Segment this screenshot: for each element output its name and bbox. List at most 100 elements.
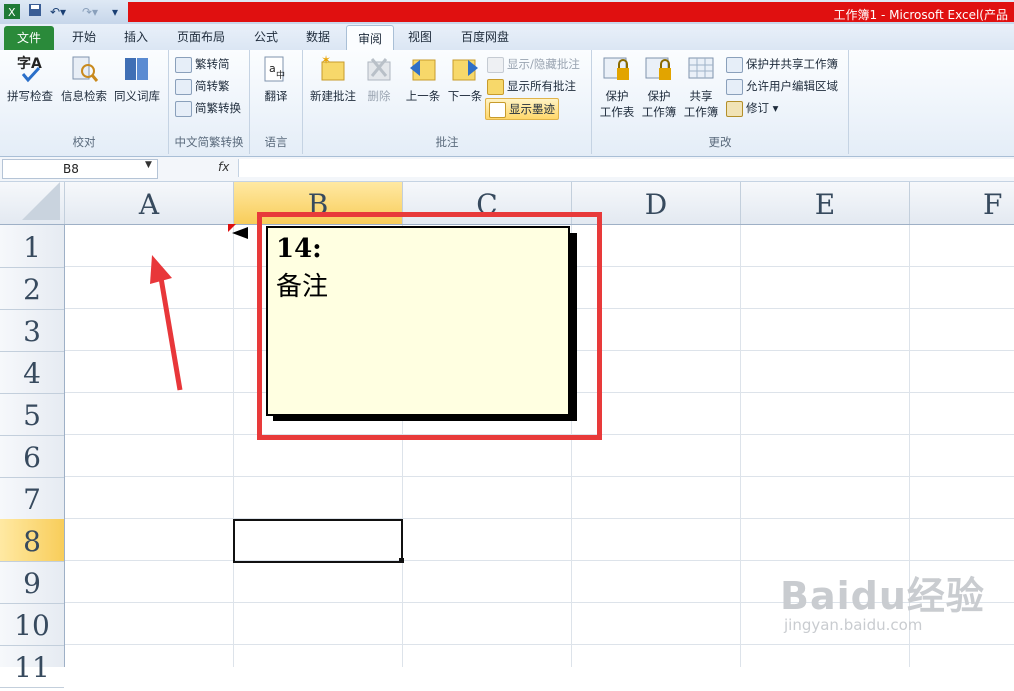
tab-data[interactable]: 数据 <box>296 24 340 50</box>
show-all-comments-button[interactable]: 显示所有批注 <box>487 76 576 96</box>
row-headers: 1 2 3 4 5 6 7 8 9 10 11 <box>0 225 65 688</box>
track-changes-button[interactable]: 修订 ▾ <box>726 98 778 118</box>
formula-bar: B8 ▼ fx <box>0 157 1014 182</box>
name-box[interactable]: B8 <box>2 159 158 179</box>
highlight-box <box>257 212 602 440</box>
row-header-3[interactable]: 3 <box>0 309 64 352</box>
allow-edit-ranges-button[interactable]: 允许用户编辑区域 <box>726 76 838 96</box>
group-label-chinese-conversion: 中文简繁转换 <box>174 135 244 149</box>
allow-edit-ranges-label: 允许用户编辑区域 <box>746 79 838 93</box>
row-header-7[interactable]: 7 <box>0 477 64 520</box>
translate-button[interactable]: a中 翻译 <box>254 54 298 104</box>
share-workbook-button[interactable]: 共享 工作簿 <box>680 54 722 120</box>
show-all-comments-icon <box>487 78 504 95</box>
formula-input[interactable] <box>238 159 1014 177</box>
show-hide-comment-label: 显示/隐藏批注 <box>507 57 580 71</box>
name-box-dropdown-icon[interactable]: ▼ <box>145 160 152 170</box>
watermark-logo-text: Baidu经验 <box>780 574 985 618</box>
delete-comment-button[interactable]: 删除 <box>361 54 397 104</box>
chevron-down-icon: ▾ <box>772 101 779 115</box>
redo-icon[interactable]: ↷▾ <box>82 3 98 21</box>
row-header-1[interactable]: 1 <box>0 225 64 268</box>
protect-share-icon <box>726 56 743 73</box>
row-header-4[interactable]: 4 <box>0 351 64 394</box>
tab-formulas[interactable]: 公式 <box>244 24 288 50</box>
protect-sheet-icon <box>602 54 632 84</box>
protect-workbook-label-1: 保护 <box>647 89 671 103</box>
show-all-comments-label: 显示所有批注 <box>507 79 576 93</box>
show-ink-label: 显示墨迹 <box>509 102 555 116</box>
row-header-6[interactable]: 6 <box>0 435 64 478</box>
spell-check-button[interactable]: 字A 拼写检查 <box>4 54 56 104</box>
tab-home[interactable]: 开始 <box>62 24 106 50</box>
svg-text:✶: ✶ <box>321 54 331 67</box>
row-header-8[interactable]: 8 <box>0 519 64 562</box>
fill-handle[interactable] <box>399 558 404 563</box>
column-header-e[interactable]: E <box>741 182 910 224</box>
previous-comment-button[interactable]: 上一条 <box>401 54 445 104</box>
simp-to-trad-icon <box>175 78 192 95</box>
protect-share-workbook-button[interactable]: 保护并共享工作簿 <box>726 54 838 74</box>
protect-workbook-icon <box>644 54 674 84</box>
next-comment-button[interactable]: 下一条 <box>445 54 485 104</box>
comment-pointer <box>232 227 248 239</box>
simp-to-trad-button[interactable]: 简转繁 <box>175 76 230 96</box>
tab-file[interactable]: 文件 <box>4 26 54 50</box>
next-comment-icon <box>450 54 480 84</box>
group-label-proofing: 校对 <box>72 135 96 149</box>
undo-icon[interactable]: ↶▾ <box>50 3 66 21</box>
next-comment-label: 下一条 <box>447 89 483 103</box>
protect-share-label: 保护并共享工作簿 <box>746 57 838 71</box>
thesaurus-icon <box>122 54 152 84</box>
trad-to-simp-label: 繁转简 <box>195 57 230 71</box>
group-changes: 保护 工作表 保护 工作簿 共享 工作簿 保护并共享工作簿 允许用户编辑区域 修… <box>592 50 849 154</box>
research-button[interactable]: 信息检索 <box>58 54 110 104</box>
svg-text:中: 中 <box>276 69 285 81</box>
simp-to-trad-label: 简转繁 <box>195 79 230 93</box>
research-label: 信息检索 <box>61 89 107 103</box>
tab-insert[interactable]: 插入 <box>114 24 158 50</box>
simp-trad-convert-label: 简繁转换 <box>195 101 241 115</box>
previous-comment-icon <box>408 54 438 84</box>
thesaurus-button[interactable]: 同义词库 <box>110 54 164 104</box>
selected-cell-b8[interactable] <box>233 519 403 563</box>
title-bar: X ↶▾ ↷▾ ▾ 工作簿1 - Microsoft Excel(产品 <box>0 0 1014 24</box>
translate-icon: a中 <box>261 54 291 84</box>
row-header-9[interactable]: 9 <box>0 561 64 604</box>
new-comment-button[interactable]: ✶ 新建批注 <box>305 54 361 104</box>
spell-check-icon: 字A <box>15 54 45 84</box>
column-header-f[interactable]: F <box>910 182 1014 224</box>
share-workbook-icon <box>686 54 716 84</box>
delete-comment-icon <box>364 54 394 84</box>
trad-to-simp-button[interactable]: 繁转简 <box>175 54 230 74</box>
row-header-5[interactable]: 5 <box>0 393 64 436</box>
save-icon[interactable] <box>28 3 42 21</box>
protect-sheet-label-1: 保护 <box>605 89 629 103</box>
show-hide-comment-button[interactable]: 显示/隐藏批注 <box>487 54 580 74</box>
tab-baidu-netdisk[interactable]: 百度网盘 <box>450 24 520 50</box>
simp-trad-convert-icon <box>175 100 192 117</box>
translate-label: 翻译 <box>264 89 288 103</box>
protect-sheet-button[interactable]: 保护 工作表 <box>596 54 638 120</box>
protect-sheet-label-2: 工作表 <box>599 105 635 119</box>
customize-quick-access-icon[interactable]: ▾ <box>112 3 118 21</box>
new-comment-label: 新建批注 <box>310 89 356 103</box>
row-header-2[interactable]: 2 <box>0 267 64 310</box>
tab-view[interactable]: 视图 <box>398 24 442 50</box>
protect-workbook-button[interactable]: 保护 工作簿 <box>638 54 680 120</box>
tab-review[interactable]: 审阅 <box>346 25 394 51</box>
allow-edit-ranges-icon <box>726 78 743 95</box>
title-highlight-bar: 工作簿1 - Microsoft Excel(产品 <box>128 2 1014 22</box>
row-header-10[interactable]: 10 <box>0 603 64 646</box>
column-header-a[interactable]: A <box>65 182 234 224</box>
tab-page-layout[interactable]: 页面布局 <box>166 24 236 50</box>
research-icon <box>69 54 99 84</box>
simp-trad-convert-button[interactable]: 简繁转换 <box>175 98 241 118</box>
show-ink-button[interactable]: 显示墨迹 <box>485 98 559 120</box>
excel-app-icon: X <box>4 3 20 21</box>
group-language: a中 翻译 语言 <box>250 50 303 154</box>
select-all-corner[interactable] <box>0 182 65 224</box>
group-label-language: 语言 <box>264 135 288 149</box>
insert-function-icon[interactable]: fx <box>218 160 229 174</box>
group-label-changes: 更改 <box>708 135 732 149</box>
